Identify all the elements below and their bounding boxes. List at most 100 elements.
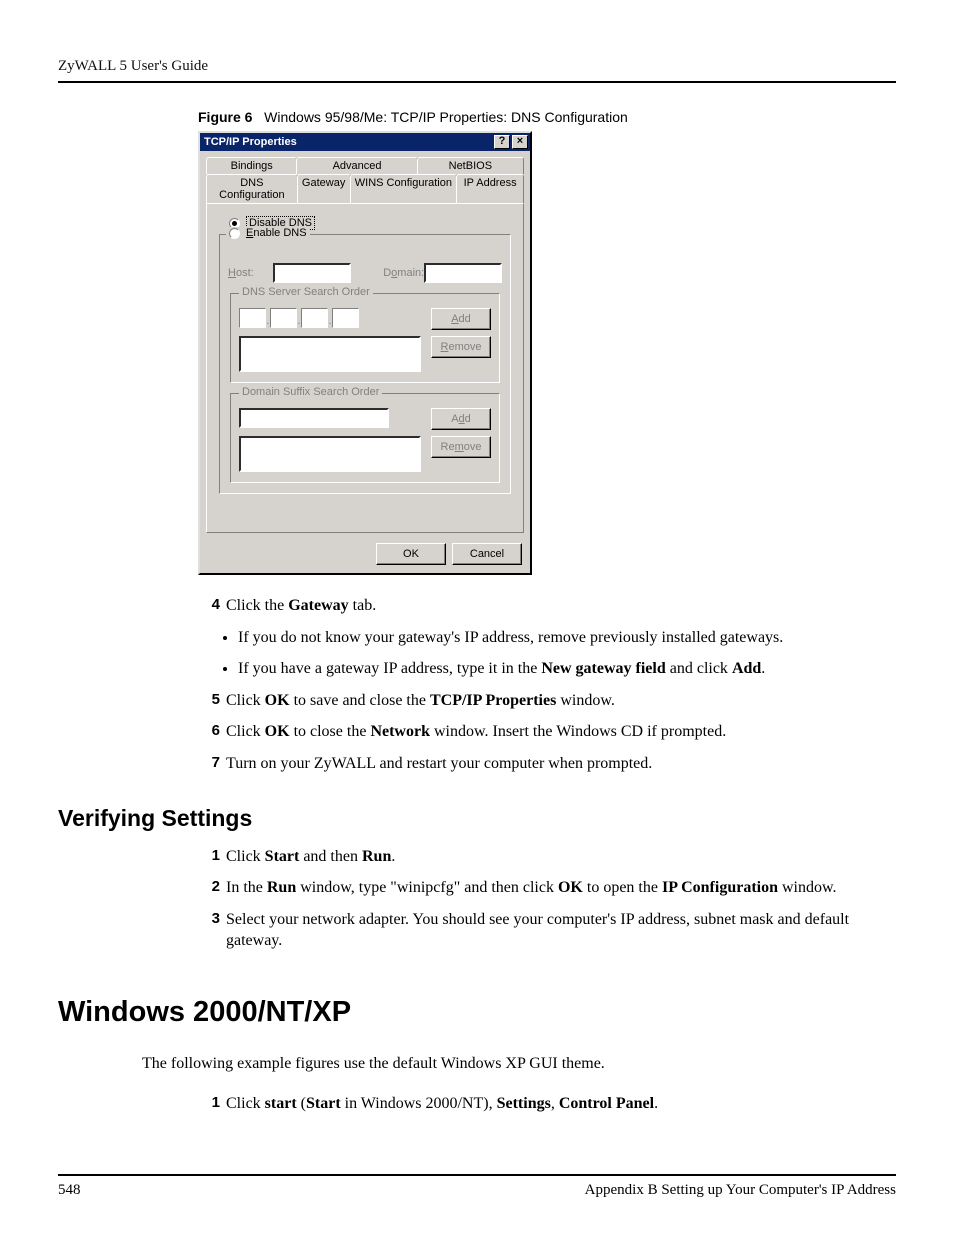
help-button[interactable]: ? — [494, 135, 510, 149]
step-number: 2 — [198, 877, 220, 899]
step-text: in Windows 2000/NT), — [341, 1095, 497, 1112]
step-text: Select your network adapter. You should … — [226, 909, 896, 952]
domain-suffix-remove-button[interactable]: Remove — [431, 436, 491, 458]
step-text: . — [654, 1095, 658, 1112]
bullet-text: If you have a gateway IP address, type i… — [238, 660, 541, 677]
domain-suffix-search-order-group: Domain Suffix Search Order Add Remove — [230, 393, 500, 483]
domain-suffix-listbox[interactable] — [239, 436, 421, 472]
step-text: Click — [226, 1095, 265, 1112]
step-text: window. Insert the Windows CD if prompte… — [430, 723, 726, 740]
step-4-bullet-1: If you do not know your gateway's IP add… — [238, 627, 896, 649]
domain-suffix-search-order-label: Domain Suffix Search Order — [239, 386, 382, 398]
tab-row-front: DNS Configuration Gateway WINS Configura… — [206, 174, 524, 203]
step-text: Click — [226, 848, 265, 865]
host-input[interactable] — [273, 263, 351, 283]
tcpip-properties-dialog: TCP/IP Properties ? × Bindings Advanced … — [198, 131, 532, 575]
step-text: Turn on your ZyWALL and restart your com… — [226, 753, 896, 775]
step-text: window. — [778, 879, 837, 896]
step-text-bold: OK — [265, 723, 290, 740]
radio-enable-dns-label: Enable DNS — [246, 227, 307, 239]
heading-windows-2000-nt-xp: Windows 2000/NT/XP — [58, 996, 896, 1029]
step-number: 6 — [198, 721, 220, 743]
paragraph-win2000-intro: The following example figures use the de… — [142, 1053, 896, 1075]
dns-remove-button[interactable]: Remove — [431, 336, 491, 358]
page-number: 548 — [58, 1182, 81, 1199]
step-number: 1 — [198, 1093, 220, 1115]
step-text-bold: Start — [265, 848, 300, 865]
dns-server-search-order-label: DNS Server Search Order — [239, 286, 373, 298]
host-label: Host: — [228, 267, 273, 279]
step-text-bold: Settings — [497, 1095, 551, 1112]
bullet-text-bold: New gateway field — [541, 660, 665, 677]
step-text: to close the — [290, 723, 371, 740]
step-text: to open the — [583, 879, 662, 896]
step-text: In the — [226, 879, 267, 896]
step-text: , — [551, 1095, 559, 1112]
step-text-bold: Start — [306, 1095, 341, 1112]
bullet-text: If you do not know your gateway's IP add… — [238, 629, 783, 646]
step-text: ( — [297, 1095, 306, 1112]
titlebar[interactable]: TCP/IP Properties ? × — [200, 133, 530, 151]
domain-label: Domain: — [383, 267, 424, 279]
cancel-button[interactable]: Cancel — [452, 543, 522, 565]
step-text-bold: Run — [267, 879, 296, 896]
ok-button[interactable]: OK — [376, 543, 446, 565]
domain-input[interactable] — [424, 263, 502, 283]
step-text-bold: TCP/IP Properties — [430, 692, 556, 709]
step-text: . — [391, 848, 395, 865]
appendix-label: Appendix B Setting up Your Computer's IP… — [585, 1182, 896, 1199]
running-header: ZyWALL 5 User's Guide — [58, 58, 896, 83]
tab-gateway[interactable]: Gateway — [297, 174, 351, 203]
step-text-bold: start — [265, 1095, 297, 1112]
step-7: 7 Turn on your ZyWALL and restart your c… — [198, 753, 896, 775]
step-text: Click — [226, 723, 265, 740]
figure-label: Figure 6 — [198, 109, 252, 125]
step-number: 7 — [198, 753, 220, 775]
step-text: Click — [226, 692, 265, 709]
verifying-step-1: 1 Click Start and then Run. — [198, 846, 896, 868]
step-text: window, type "winipcfg" and then click — [296, 879, 558, 896]
dns-ip-input[interactable]: ... — [239, 308, 359, 328]
win2000-step-1: 1 Click start (Start in Windows 2000/NT)… — [198, 1093, 896, 1115]
step-text-bold: IP Configuration — [662, 879, 778, 896]
tab-dns-configuration[interactable]: DNS Configuration — [206, 174, 298, 203]
figure-caption-text: Windows 95/98/Me: TCP/IP Properties: DNS… — [264, 109, 628, 125]
verifying-step-3: 3 Select your network adapter. You shoul… — [198, 909, 896, 952]
step-text: window. — [556, 692, 615, 709]
step-text: tab. — [349, 597, 377, 614]
step-text-bold: Network — [370, 723, 430, 740]
figure-caption: Figure 6 Windows 95/98/Me: TCP/IP Proper… — [198, 109, 896, 125]
page-footer: 548 Appendix B Setting up Your Computer'… — [58, 1174, 896, 1199]
tab-advanced[interactable]: Advanced — [296, 157, 417, 174]
step-5: 5 Click OK to save and close the TCP/IP … — [198, 690, 896, 712]
step-text-bold: OK — [558, 879, 583, 896]
step-number: 3 — [198, 909, 220, 952]
step-text-bold: Run — [362, 848, 391, 865]
tab-wins-configuration[interactable]: WINS Configuration — [350, 174, 458, 203]
bullet-text-bold: Add — [732, 660, 761, 677]
tab-netbios[interactable]: NetBIOS — [417, 157, 524, 174]
domain-suffix-add-button[interactable]: Add — [431, 408, 491, 430]
step-text-bold: Gateway — [288, 597, 348, 614]
step-text: to save and close the — [290, 692, 430, 709]
dns-server-search-order-group: DNS Server Search Order ... Add Remov — [230, 293, 500, 383]
dns-add-button[interactable]: Add — [431, 308, 491, 330]
step-text-bold: Control Panel — [559, 1095, 654, 1112]
verifying-step-2: 2 In the Run window, type "winipcfg" and… — [198, 877, 896, 899]
tab-row-back: Bindings Advanced NetBIOS — [206, 157, 524, 174]
step-number: 5 — [198, 690, 220, 712]
radio-dot-icon — [229, 228, 240, 239]
heading-verifying-settings: Verifying Settings — [58, 805, 896, 832]
tab-ip-address[interactable]: IP Address — [456, 174, 524, 203]
dialog-title: TCP/IP Properties — [204, 136, 297, 148]
tab-bindings[interactable]: Bindings — [206, 157, 297, 174]
radio-enable-dns[interactable]: Enable DNS — [229, 227, 307, 239]
step-text: and then — [299, 848, 362, 865]
dns-server-listbox[interactable] — [239, 336, 421, 372]
step-text-bold: OK — [265, 692, 290, 709]
step-text: Click the — [226, 597, 288, 614]
close-button[interactable]: × — [512, 135, 528, 149]
step-number: 1 — [198, 846, 220, 868]
domain-suffix-input[interactable] — [239, 408, 389, 428]
bullet-text: and click — [666, 660, 732, 677]
